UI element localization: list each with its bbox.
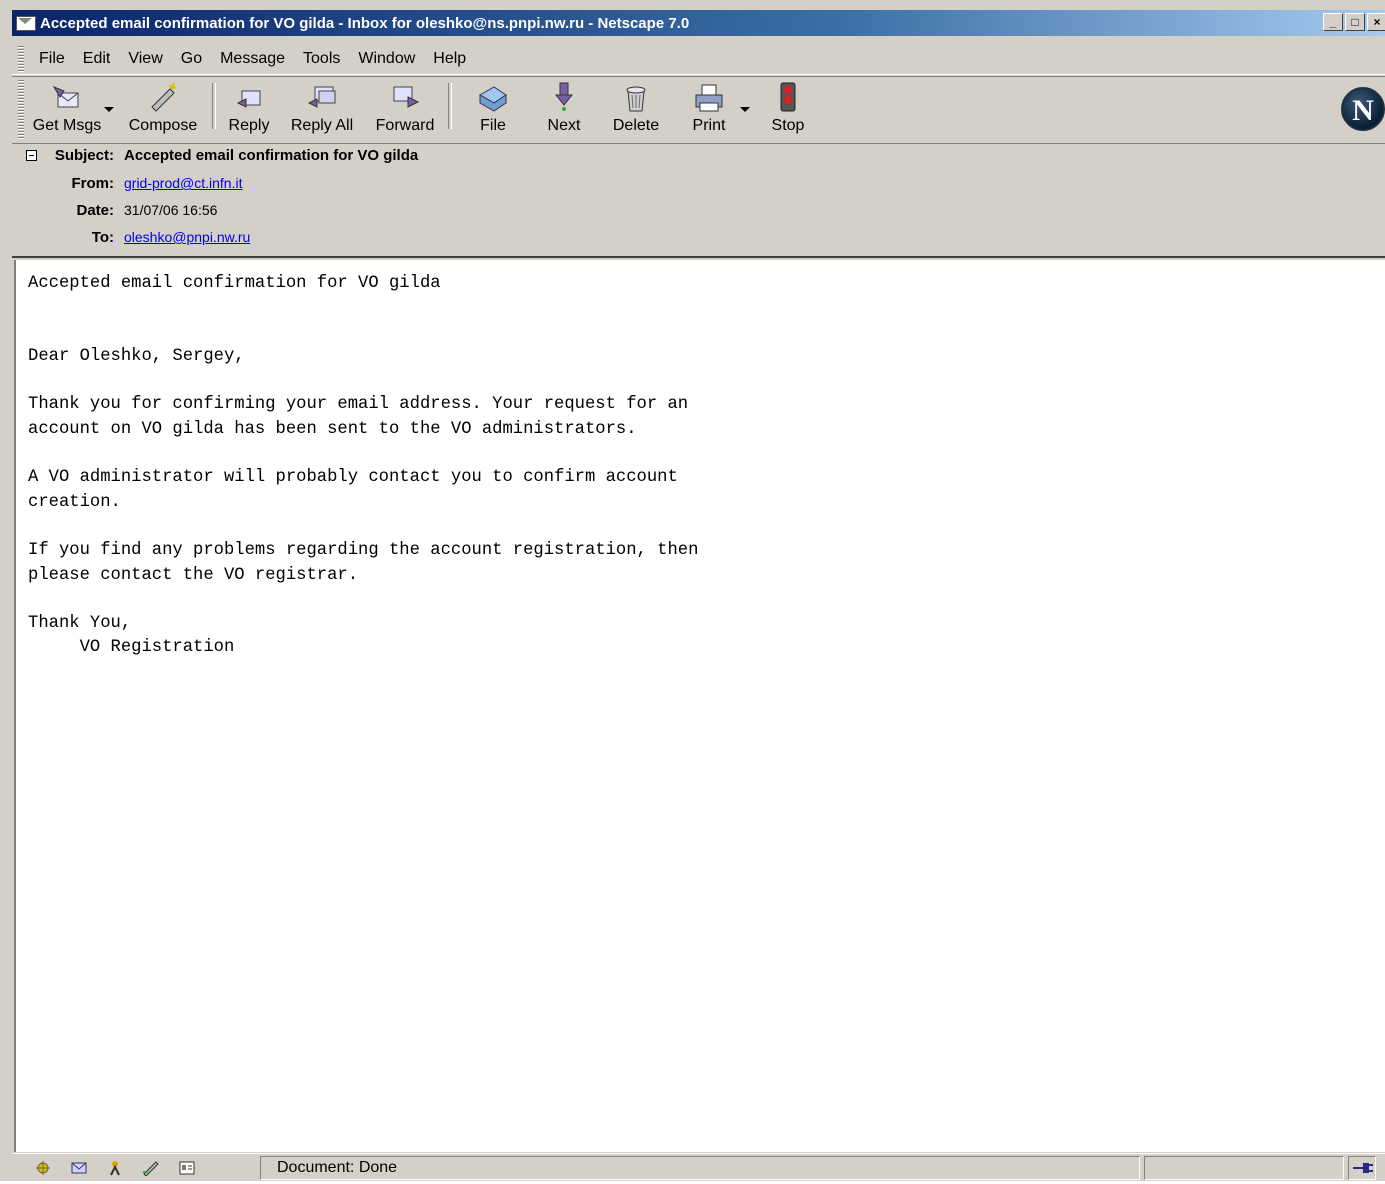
- netscape-logo-icon[interactable]: N: [1341, 87, 1385, 131]
- menu-edit[interactable]: Edit: [74, 50, 120, 68]
- reply-all-button[interactable]: Reply All: [282, 77, 362, 139]
- print-button[interactable]: Print: [678, 77, 740, 139]
- from-row: From: grid-prod@ct.infn.it: [12, 172, 243, 194]
- to-label: To:: [91, 228, 114, 246]
- subject-row: Subject: Accepted email confirmation for…: [12, 144, 418, 166]
- delete-label: Delete: [612, 117, 660, 134]
- menu-go[interactable]: Go: [172, 50, 211, 68]
- message-header: Subject: Accepted email confirmation for…: [12, 144, 1385, 258]
- body-line: [28, 321, 1385, 345]
- menu-view[interactable]: View: [119, 50, 171, 68]
- online-status-icon[interactable]: [1348, 1156, 1376, 1180]
- file-label: File: [480, 117, 506, 134]
- compose-icon: [151, 82, 177, 112]
- body-line: Dear Oleshko, Sergey,: [28, 346, 245, 366]
- subject-value: Accepted email confirmation for VO gilda: [124, 146, 419, 164]
- get-msgs-label: Get Msgs: [32, 117, 102, 134]
- status-text: Document: Done: [260, 1156, 1140, 1180]
- instant-messenger-icon[interactable]: [106, 1160, 124, 1176]
- menu-tools[interactable]: Tools: [294, 50, 349, 68]
- body-line: please contact the VO registrar.: [28, 565, 359, 585]
- date-value: 31/07/06 16:56: [124, 202, 218, 218]
- stop-label: Stop: [771, 117, 805, 134]
- body-line: VO Registration: [28, 638, 235, 658]
- delete-button[interactable]: Delete: [594, 77, 678, 139]
- body-line: A VO administrator will probably contact…: [28, 468, 678, 488]
- window-controls: _ □ ×: [1323, 13, 1385, 31]
- get-messages-icon: [52, 85, 79, 108]
- maximize-button[interactable]: □: [1345, 13, 1365, 31]
- from-label: From:: [71, 174, 115, 192]
- toolbar-grip[interactable]: [18, 80, 24, 140]
- minimize-button[interactable]: _: [1323, 13, 1343, 31]
- body-line: If you find any problems regarding the a…: [28, 541, 699, 561]
- menu-file[interactable]: File: [30, 50, 74, 68]
- printer-icon: [695, 84, 723, 112]
- menu-bar: File Edit View Go Message Tools Window H…: [12, 44, 1385, 75]
- compose-label: Compose: [128, 117, 198, 134]
- print-dropdown-arrow[interactable]: [740, 107, 750, 112]
- body-line: [28, 588, 1385, 612]
- mail-icon[interactable]: [70, 1160, 88, 1176]
- netscape-mail-window: Accepted email confirmation for VO gilda…: [0, 0, 1385, 1181]
- body-line: creation.: [28, 492, 121, 512]
- forward-icon: [393, 86, 420, 108]
- status-bar: Document: Done: [12, 1153, 1385, 1182]
- mail-toolbar: Get Msgs Compose Reply Reply All Forward…: [12, 76, 1385, 144]
- body-line: Thank you for confirming your email addr…: [28, 395, 689, 415]
- close-button[interactable]: ×: [1367, 13, 1385, 31]
- subject-label: Subject:: [54, 146, 114, 164]
- compose-button[interactable]: Compose: [114, 77, 212, 139]
- file-folder-icon: [478, 86, 507, 112]
- envelope-icon: [16, 15, 36, 31]
- from-email-link[interactable]: grid-prod@ct.infn.it: [124, 175, 242, 191]
- reply-icon: [236, 90, 261, 108]
- next-arrow-icon: [554, 82, 574, 111]
- window-title: Accepted email confirmation for VO gilda…: [40, 14, 690, 32]
- trash-can-icon: [626, 86, 646, 112]
- date-label: Date:: [76, 201, 114, 219]
- get-msgs-dropdown-arrow[interactable]: [104, 107, 114, 112]
- address-book-icon[interactable]: [178, 1160, 196, 1176]
- menu-window[interactable]: Window: [349, 50, 424, 68]
- reply-all-icon: [307, 86, 336, 108]
- next-label: Next: [547, 117, 581, 134]
- menu-message[interactable]: Message: [211, 50, 294, 68]
- forward-label: Forward: [375, 117, 435, 134]
- stop-button[interactable]: Stop: [750, 77, 826, 139]
- body-line: [28, 296, 1385, 320]
- message-body[interactable]: Accepted email confirmation for VO gilda…: [14, 260, 1385, 1152]
- plug-icon: [1353, 1163, 1373, 1173]
- reply-button[interactable]: Reply: [216, 77, 282, 139]
- body-line: Thank You,: [28, 614, 132, 634]
- reply-all-label: Reply All: [290, 117, 354, 134]
- composer-icon[interactable]: [142, 1160, 160, 1176]
- body-line: [28, 442, 1385, 466]
- to-email-link[interactable]: oleshko@pnpi.nw.ru: [124, 229, 250, 245]
- next-button[interactable]: Next: [534, 77, 594, 139]
- body-line: Accepted email confirmation for VO gilda: [28, 274, 441, 293]
- to-row: To: oleshko@pnpi.nw.ru: [12, 226, 251, 248]
- get-msgs-button[interactable]: Get Msgs: [30, 77, 104, 139]
- file-button[interactable]: File: [452, 77, 534, 139]
- date-row: Date: 31/07/06 16:56: [12, 199, 217, 221]
- body-line: account on VO gilda has been sent to the…: [28, 419, 637, 439]
- component-bar: [12, 1160, 252, 1176]
- progress-panel: [1144, 1156, 1344, 1180]
- reply-label: Reply: [228, 117, 270, 134]
- menu-help[interactable]: Help: [424, 50, 475, 68]
- stop-sign-icon: [780, 82, 796, 112]
- body-line: [28, 369, 1385, 393]
- navigator-icon[interactable]: [34, 1160, 52, 1176]
- body-line: [28, 515, 1385, 539]
- forward-button[interactable]: Forward: [362, 77, 448, 139]
- print-label: Print: [692, 117, 726, 134]
- menubar-grip[interactable]: [18, 46, 24, 72]
- title-bar[interactable]: Accepted email confirmation for VO gilda…: [12, 10, 1385, 36]
